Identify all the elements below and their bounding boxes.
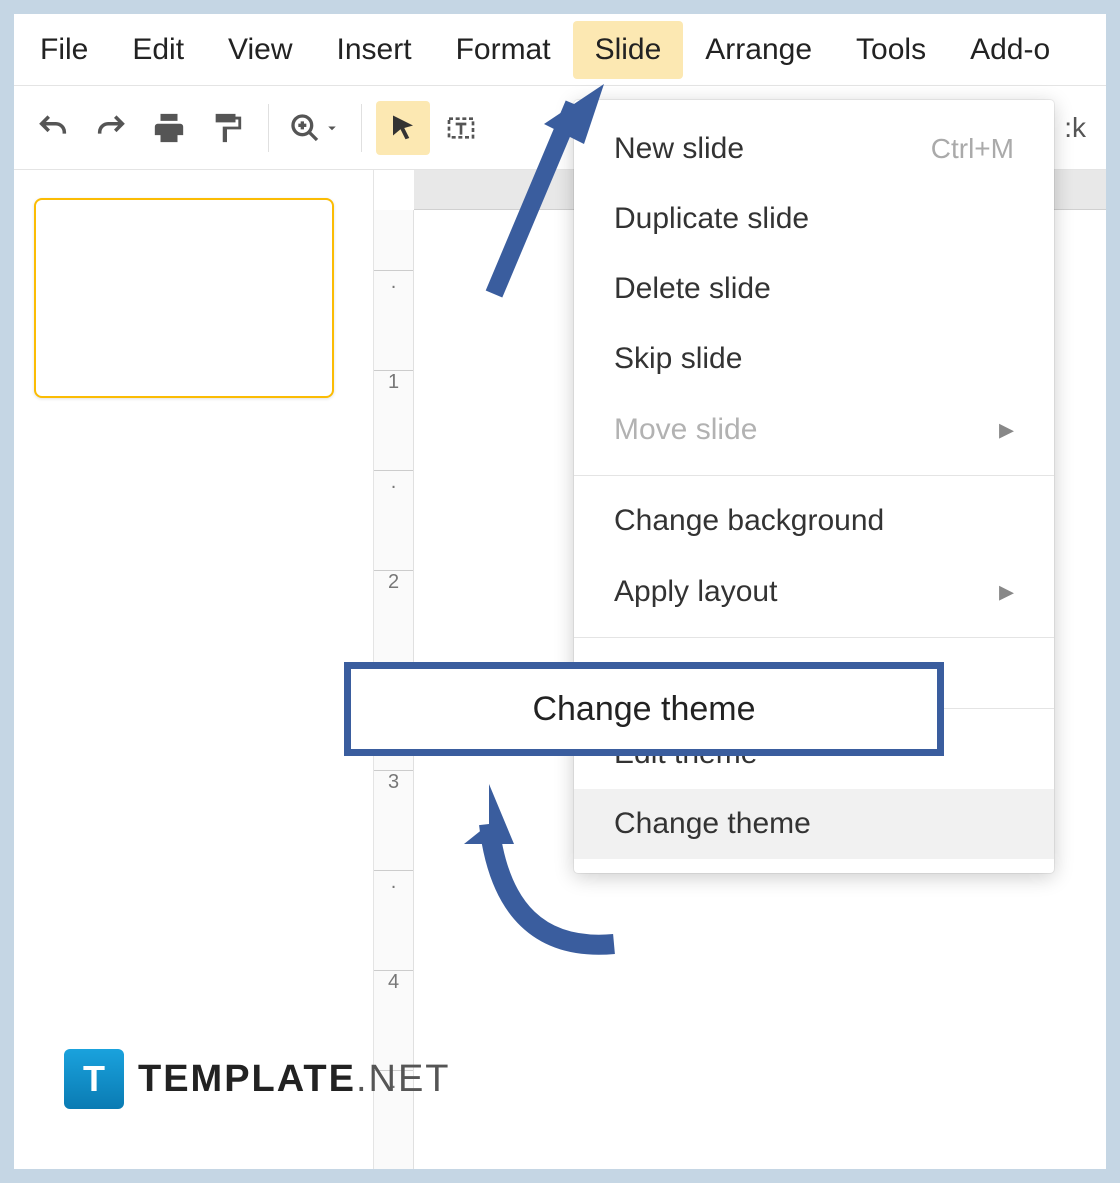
menu-separator (574, 637, 1054, 638)
menu-item-label: Move slide (614, 413, 757, 447)
menu-item-label: Change theme (614, 807, 811, 841)
watermark-text: TEMPLATE.NET (138, 1058, 451, 1101)
menu-view[interactable]: View (206, 21, 314, 79)
menu-item-delete-slide[interactable]: Delete slide (574, 254, 1054, 324)
menu-arrange[interactable]: Arrange (683, 21, 834, 79)
zoom-icon (289, 112, 321, 144)
redo-icon (94, 111, 128, 145)
ruler-tick: . (374, 270, 413, 294)
menu-item-change-background[interactable]: Change background (574, 486, 1054, 556)
slide-thumbnail[interactable] (34, 198, 334, 398)
chevron-down-icon (323, 119, 341, 137)
menu-item-apply-layout[interactable]: Apply layout ▸ (574, 556, 1054, 627)
ruler-tick: 4 (374, 970, 413, 994)
ruler-tick: 2 (374, 570, 413, 594)
chevron-right-icon: ▸ (999, 574, 1014, 609)
callout-label: Change theme (532, 690, 755, 729)
cursor-icon (388, 113, 418, 143)
menubar: File Edit View Insert Format Slide Arran… (14, 14, 1106, 86)
menu-separator (574, 475, 1054, 476)
watermark-badge-icon: T (64, 1049, 124, 1109)
menu-edit[interactable]: Edit (110, 21, 206, 79)
watermark: T TEMPLATE.NET (64, 1049, 451, 1109)
menu-item-duplicate-slide[interactable]: Duplicate slide (574, 184, 1054, 254)
ruler-tick: . (374, 870, 413, 894)
menu-item-shortcut: Ctrl+M (931, 133, 1014, 165)
menu-file[interactable]: File (18, 21, 110, 79)
annotation-callout: Change theme (344, 662, 944, 756)
chevron-right-icon: ▸ (999, 412, 1014, 447)
slide-dropdown-menu: New slide Ctrl+M Duplicate slide Delete … (574, 100, 1054, 873)
menu-item-label: New slide (614, 132, 744, 166)
redo-button[interactable] (84, 101, 138, 155)
menu-addons[interactable]: Add-o (948, 21, 1072, 79)
menu-format[interactable]: Format (434, 21, 573, 79)
undo-button[interactable] (26, 101, 80, 155)
menu-item-new-slide[interactable]: New slide Ctrl+M (574, 114, 1054, 184)
watermark-brand: TEMPLATE (138, 1058, 356, 1100)
print-icon (152, 111, 186, 145)
toolbar-separator (268, 104, 269, 152)
undo-icon (36, 111, 70, 145)
menu-item-move-slide: Move slide ▸ (574, 394, 1054, 465)
outer-frame: File Edit View Insert Format Slide Arran… (0, 0, 1120, 1183)
menu-insert[interactable]: Insert (315, 21, 434, 79)
slide-panel (14, 170, 374, 1169)
menu-item-label: Apply layout (614, 575, 777, 609)
menu-item-label: Delete slide (614, 272, 771, 306)
zoom-dropdown[interactable] (283, 112, 347, 144)
menu-item-change-theme[interactable]: Change theme (574, 789, 1054, 859)
menu-item-label: Skip slide (614, 342, 742, 376)
paint-format-button[interactable] (200, 101, 254, 155)
select-tool-button[interactable] (376, 101, 430, 155)
ruler-tick: 1 (374, 370, 413, 394)
app-window: File Edit View Insert Format Slide Arran… (14, 14, 1106, 1169)
menu-item-label: Change background (614, 504, 884, 538)
textbox-tool-button[interactable] (434, 101, 488, 155)
menu-item-skip-slide[interactable]: Skip slide (574, 324, 1054, 394)
toolbar-overflow-text: :k (1064, 112, 1094, 144)
watermark-suffix: .NET (356, 1058, 451, 1100)
menu-slide[interactable]: Slide (573, 21, 684, 79)
menu-item-label: Duplicate slide (614, 202, 809, 236)
textbox-icon (445, 112, 477, 144)
menu-tools[interactable]: Tools (834, 21, 948, 79)
ruler-tick: . (374, 470, 413, 494)
ruler-tick: 3 (374, 770, 413, 794)
print-button[interactable] (142, 101, 196, 155)
toolbar-separator (361, 104, 362, 152)
paint-format-icon (210, 111, 244, 145)
